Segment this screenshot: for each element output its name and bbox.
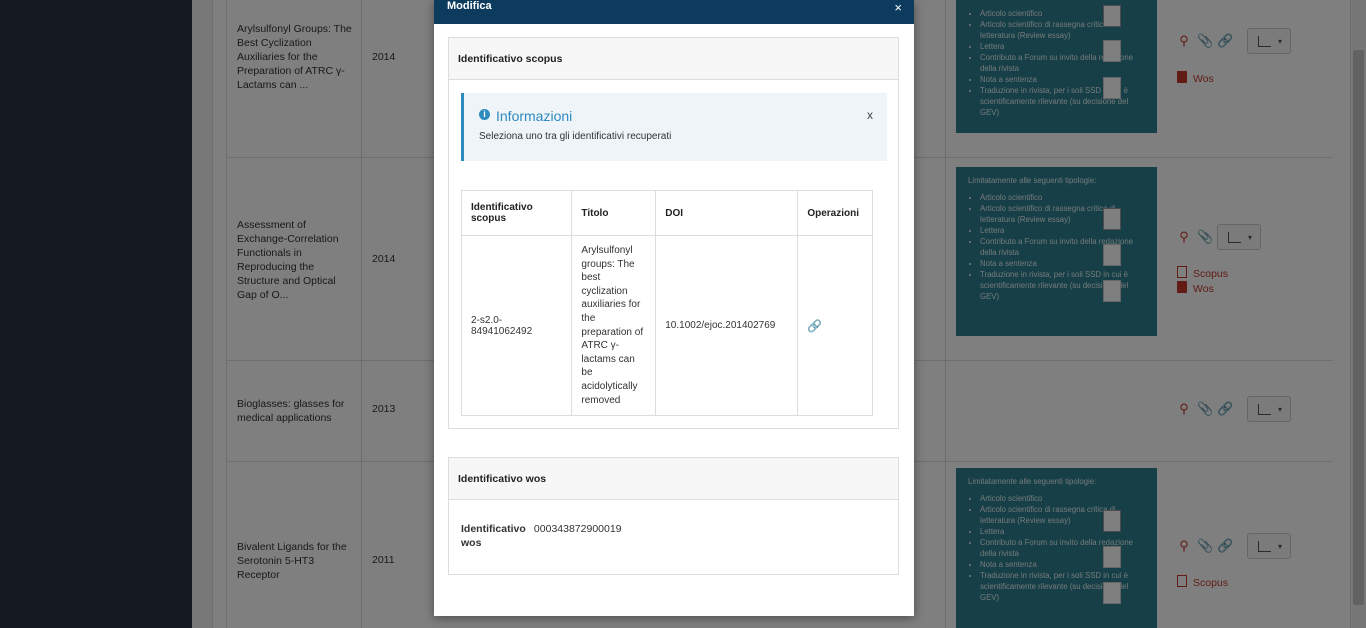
modal-title: Modifica: [447, 0, 492, 12]
info-icon: i: [479, 109, 490, 120]
column-header: Operazioni: [797, 190, 873, 236]
column-header: Identificativo scopus: [460, 190, 573, 236]
wos-id-row: Identificativo wos 000343872900019: [461, 522, 622, 550]
info-alert: i Informazioni Seleziona uno tra gli ide…: [461, 93, 887, 161]
link-icon[interactable]: 🔗: [807, 319, 822, 333]
edit-modal: Modifica × Identificativo scopus i Infor…: [434, 0, 914, 616]
scopus-panel-heading: Identificativo scopus: [449, 38, 898, 80]
column-header: DOI: [655, 190, 799, 236]
wos-panel: Identificativo wos Identificativo wos 00…: [448, 457, 899, 575]
close-icon[interactable]: ×: [894, 0, 902, 15]
modal-header: Modifica ×: [434, 0, 914, 24]
wos-id-value: 000343872900019: [533, 523, 622, 535]
scopus-id-cell: 2-s2.0-84941062492: [460, 234, 573, 417]
doi-cell: 10.1002/ejoc.201402769: [655, 234, 799, 417]
table-row: 2-s2.0-84941062492 Arylsulfonyl groups: …: [460, 234, 873, 417]
title-cell: Arylsulfonyl groups: The best cyclizatio…: [571, 234, 657, 417]
alert-text: Seleziona uno tra gli identificativi rec…: [479, 131, 672, 142]
scopus-results-table: Identificativo scopus Titolo DOI Operazi…: [460, 190, 873, 417]
alert-title: Informazioni: [496, 108, 573, 124]
scopus-panel: Identificativo scopus i Informazioni Sel…: [448, 37, 899, 429]
column-header: Titolo: [571, 190, 657, 236]
wos-id-label: Identificativo wos: [461, 523, 526, 549]
operations-cell: 🔗: [797, 234, 873, 417]
alert-close-button[interactable]: x: [867, 108, 873, 122]
wos-panel-heading: Identificativo wos: [449, 458, 898, 500]
